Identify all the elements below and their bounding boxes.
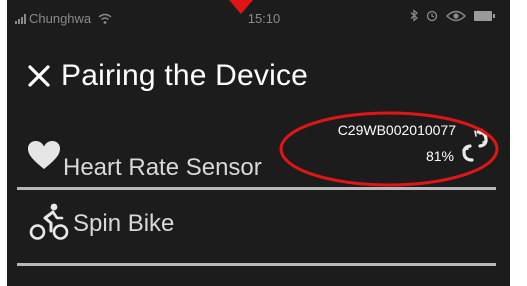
page-header: Pairing the Device bbox=[7, 48, 510, 104]
bluetooth-icon bbox=[410, 9, 418, 22]
device-row-heart-rate-sensor[interactable]: Heart Rate Sensor C29WB002010077 81% bbox=[7, 111, 510, 190]
close-icon[interactable] bbox=[27, 64, 51, 88]
cyclist-icon bbox=[29, 203, 69, 240]
battery-icon bbox=[474, 10, 496, 21]
device-label: Heart Rate Sensor bbox=[63, 154, 262, 181]
status-left: Chunghwa bbox=[15, 11, 112, 26]
device-row-spin-bike[interactable]: Spin Bike bbox=[7, 190, 510, 266]
eye-icon bbox=[446, 10, 466, 21]
status-right bbox=[410, 9, 496, 22]
page-title: Pairing the Device bbox=[61, 59, 309, 92]
signal-icon bbox=[15, 13, 26, 24]
annotation-arrow bbox=[229, 0, 253, 14]
heart-icon bbox=[28, 141, 60, 169]
wifi-icon bbox=[98, 13, 112, 24]
app-screen: Chunghwa 15:10 Pairing the Device Heart … bbox=[7, 0, 510, 286]
device-list: Heart Rate Sensor C29WB002010077 81% Spi… bbox=[7, 111, 510, 266]
device-label: Spin Bike bbox=[73, 210, 175, 237]
row-divider bbox=[17, 263, 496, 266]
annotation-highlight-oval bbox=[279, 111, 499, 187]
alarm-icon bbox=[426, 10, 438, 22]
carrier-name: Chunghwa bbox=[29, 11, 92, 26]
